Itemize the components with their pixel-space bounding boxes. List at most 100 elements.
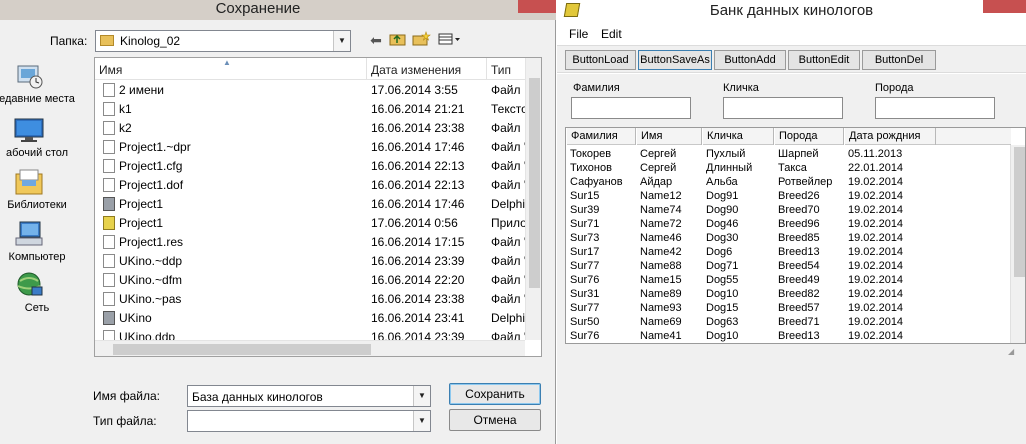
- column-header-name[interactable]: Имя: [95, 58, 367, 80]
- grid-row[interactable]: Sur50 Name69 Dog63 Breed71 19.02.2014: [566, 315, 1011, 329]
- scrollbar-thumb[interactable]: [113, 344, 371, 355]
- grid-row[interactable]: Сафуанов Айдар Альба Ротвейлер 19.02.2014: [566, 175, 1011, 189]
- button-load[interactable]: ButtonLoad: [565, 50, 636, 70]
- grid-column-header[interactable]: Дата рождния: [844, 128, 936, 145]
- grid-cell: Dog46: [706, 218, 739, 230]
- grid-row[interactable]: Sur76 Name41 Dog10 Breed13 19.02.2014: [566, 329, 1011, 343]
- file-row[interactable]: k2 16.06.2014 23:38 Файл: [95, 118, 525, 137]
- chevron-down-icon[interactable]: ▼: [413, 411, 430, 431]
- grid-cell: Breed85: [778, 232, 820, 244]
- file-name: Project1: [119, 216, 164, 230]
- menu-file[interactable]: File: [569, 27, 588, 41]
- grid-column-header[interactable]: Кличка: [702, 128, 774, 145]
- file-list-vertical-scrollbar[interactable]: [525, 58, 541, 340]
- grid-row[interactable]: Sur76 Name15 Dog55 Breed49 19.02.2014: [566, 273, 1011, 287]
- save-button[interactable]: Сохранить: [449, 383, 541, 405]
- grid-cell: Sur31: [570, 288, 600, 300]
- grid-cell: Sur76: [570, 330, 600, 342]
- column-header-date[interactable]: Дата изменения: [367, 58, 487, 80]
- grid-cell: Sur76: [570, 274, 600, 286]
- grid-cell: Breed26: [778, 190, 820, 202]
- file-row[interactable]: UKino.~pas 16.06.2014 23:38 Файл ': [95, 289, 525, 308]
- place-network[interactable]: Сеть: [0, 271, 92, 321]
- button-add[interactable]: ButtonAdd: [714, 50, 786, 70]
- filetype-select[interactable]: ▼: [187, 410, 431, 432]
- recent-places-icon: [14, 62, 44, 90]
- grid-row[interactable]: Sur17 Name42 Dog6 Breed13 19.02.2014: [566, 245, 1011, 259]
- grid-row[interactable]: Sur77 Name88 Dog71 Breed54 19.02.2014: [566, 259, 1011, 273]
- grid-row[interactable]: Sur39 Name74 Dog90 Breed70 19.02.2014: [566, 203, 1011, 217]
- button-save-as[interactable]: ButtonSaveAs: [638, 50, 712, 70]
- file-list-horizontal-scrollbar[interactable]: [95, 340, 525, 356]
- menu-edit[interactable]: Edit: [601, 27, 622, 41]
- app-close-button[interactable]: [983, 0, 1026, 13]
- save-dialog-close-button[interactable]: [518, 0, 556, 13]
- scrollbar-thumb[interactable]: [1014, 147, 1025, 277]
- cancel-button[interactable]: Отмена: [449, 409, 541, 431]
- file-name: UKino.~dfm: [119, 273, 183, 287]
- column-header-type[interactable]: Тип: [487, 58, 527, 80]
- grid-row[interactable]: Токорев Сергей Пухлый Шарпей 05.11.2013: [566, 147, 1011, 161]
- chevron-down-icon[interactable]: ▼: [333, 31, 350, 51]
- grid-cell: Dog10: [706, 288, 739, 300]
- grid-row[interactable]: Sur31 Name89 Dog10 Breed82 19.02.2014: [566, 287, 1011, 301]
- nickname-filter-input[interactable]: [723, 97, 843, 119]
- new-folder-icon[interactable]: [412, 31, 432, 49]
- grid-cell: Альба: [706, 176, 738, 188]
- file-row[interactable]: 2 имени 17.06.2014 3:55 Файл: [95, 80, 525, 99]
- grid-vertical-scrollbar[interactable]: [1010, 145, 1025, 343]
- file-row[interactable]: Project1.~dpr 16.06.2014 17:46 Файл ': [95, 137, 525, 156]
- data-grid[interactable]: Фамилия Имя Кличка Порода Дата рождния Токор…: [565, 127, 1026, 344]
- file-row[interactable]: UKino.~ddp 16.06.2014 23:39 Файл ': [95, 251, 525, 270]
- place-desktop[interactable]: абочий стол: [0, 116, 92, 166]
- grid-cell: Ротвейлер: [778, 176, 833, 188]
- back-arrow-icon[interactable]: ⬅: [368, 31, 384, 49]
- file-name: 2 имени: [119, 83, 164, 97]
- grid-cell: Шарпей: [778, 148, 819, 160]
- up-folder-icon[interactable]: [389, 31, 407, 49]
- resize-grip-icon[interactable]: ◢: [1008, 347, 1022, 361]
- grid-cell: Name88: [640, 260, 682, 272]
- grid-column-header[interactable]: Порода: [774, 128, 844, 145]
- grid-row[interactable]: Sur73 Name46 Dog30 Breed85 19.02.2014: [566, 231, 1011, 245]
- file-row[interactable]: Project1.dof 16.06.2014 22:13 Файл ': [95, 175, 525, 194]
- file-row[interactable]: Project1.cfg 16.06.2014 22:13 Файл ': [95, 156, 525, 175]
- file-row[interactable]: Project1 17.06.2014 0:56 Прило: [95, 213, 525, 232]
- place-recent[interactable]: едавние места: [0, 62, 92, 112]
- button-del[interactable]: ButtonDel: [862, 50, 936, 70]
- app-titlebar[interactable]: Банк данных кинологов: [557, 0, 1026, 22]
- computer-icon: [14, 220, 44, 248]
- grid-row[interactable]: Тихонов Сергей Длинный Такса 22.01.2014: [566, 161, 1011, 175]
- grid-cell: Длинный: [706, 162, 753, 174]
- breed-filter-input[interactable]: [875, 97, 995, 119]
- surname-filter-input[interactable]: [571, 97, 691, 119]
- grid-row[interactable]: Sur77 Name93 Dog15 Breed57 19.02.2014: [566, 301, 1011, 315]
- file-row[interactable]: k1 16.06.2014 21:21 Тексто: [95, 99, 525, 118]
- delphi-project-icon: [103, 311, 115, 325]
- chevron-down-icon[interactable]: ▼: [413, 386, 430, 406]
- filename-input[interactable]: База данных кинологов ▼: [187, 385, 431, 407]
- file-icon: [103, 292, 115, 306]
- file-row[interactable]: Project1 16.06.2014 17:46 Delphi: [95, 194, 525, 213]
- file-row[interactable]: UKino.~dfm 16.06.2014 22:20 Файл ': [95, 270, 525, 289]
- grid-row[interactable]: Sur15 Name12 Dog91 Breed26 19.02.2014: [566, 189, 1011, 203]
- grid-cell: Пухлый: [706, 148, 746, 160]
- file-date: 17.06.2014 3:55: [371, 83, 458, 97]
- place-libraries[interactable]: Библиотеки: [0, 168, 92, 218]
- scrollbar-thumb[interactable]: [529, 78, 540, 288]
- folder-combobox[interactable]: Kinolog_02 ▼: [95, 30, 351, 52]
- file-type: Тексто: [491, 102, 525, 116]
- view-menu-icon[interactable]: [437, 31, 463, 49]
- grid-column-header[interactable]: Имя: [636, 128, 702, 145]
- save-dialog-titlebar[interactable]: Сохранение: [0, 0, 556, 20]
- grid-column-header[interactable]: Фамилия: [566, 128, 636, 145]
- file-list[interactable]: Имя ▲ Дата изменения Тип 2 имени 17.06.20…: [94, 57, 542, 357]
- button-edit[interactable]: ButtonEdit: [788, 50, 860, 70]
- place-computer[interactable]: Компьютер: [0, 220, 92, 270]
- file-row[interactable]: Project1.res 16.06.2014 17:15 Файл ': [95, 232, 525, 251]
- grid-cell: 22.01.2014: [848, 162, 904, 174]
- file-row[interactable]: UKino 16.06.2014 23:41 Delphi: [95, 308, 525, 327]
- grid-cell: Name74: [640, 204, 682, 216]
- grid-row[interactable]: Sur71 Name72 Dog46 Breed96 19.02.2014: [566, 217, 1011, 231]
- place-label: абочий стол: [5, 147, 69, 159]
